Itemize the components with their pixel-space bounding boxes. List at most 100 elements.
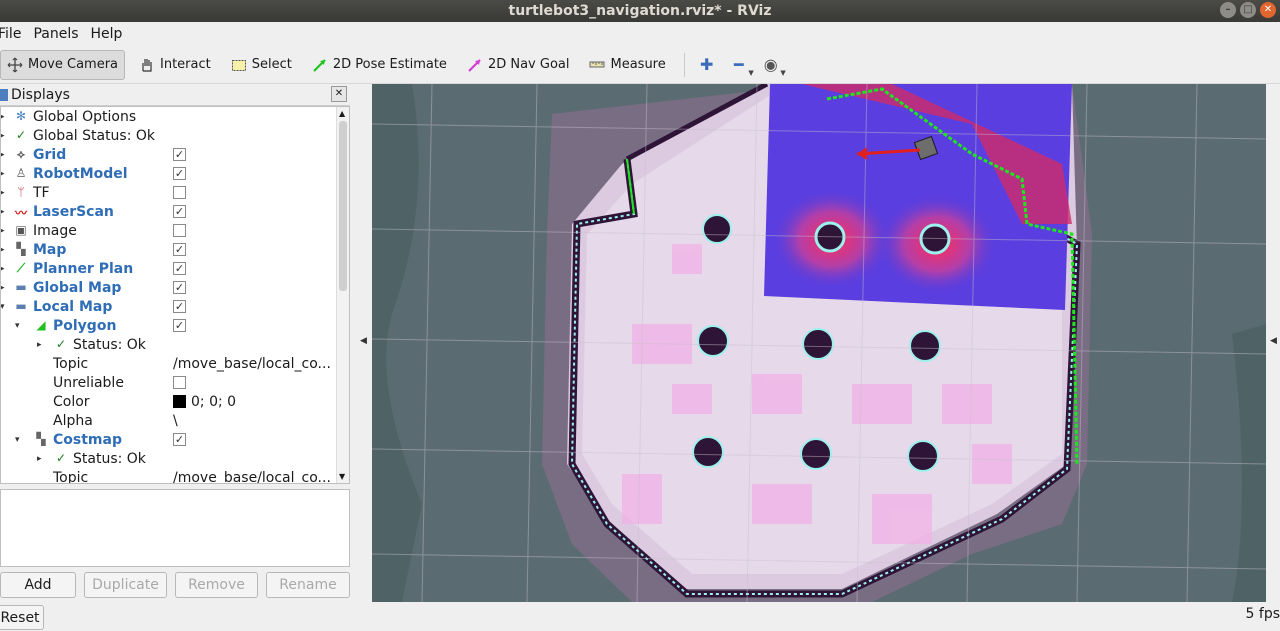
tree-row-map[interactable]: ▸ ▚ Map ✓ <box>1 240 337 259</box>
tree-row-laserscan[interactable]: ▸ 〰 LaserScan ✓ <box>1 202 337 221</box>
magenta-arrow-icon <box>467 57 483 73</box>
hand-icon <box>139 57 155 73</box>
menu-file[interactable]: File <box>0 26 27 42</box>
local-map-checkbox[interactable]: ✓ <box>173 300 186 313</box>
gear-icon: ✻ <box>15 108 27 123</box>
menu-help[interactable]: Help <box>91 26 129 42</box>
tree-label: Local Map <box>33 298 113 315</box>
tree-row-tf[interactable]: ▸ ᛘ TF <box>1 183 337 202</box>
interact-tool[interactable]: Interact <box>133 50 217 80</box>
minimize-button[interactable]: – <box>1220 2 1236 18</box>
pose-estimate-tool[interactable]: 2D Pose Estimate <box>306 50 453 80</box>
tree-row-local-map[interactable]: ▾ ▬ Local Map ✓ <box>1 297 337 316</box>
image-checkbox[interactable] <box>173 224 186 237</box>
laserscan-checkbox[interactable]: ✓ <box>173 205 186 218</box>
polygon-checkbox[interactable]: ✓ <box>173 319 186 332</box>
select-tool[interactable]: Select <box>225 50 298 80</box>
nav-goal-tool[interactable]: 2D Nav Goal <box>461 50 576 80</box>
global-map-checkbox[interactable]: ✓ <box>173 281 186 294</box>
tree-label: Global Options <box>33 108 137 125</box>
menu-panels[interactable]: Panels <box>33 26 84 42</box>
reset-button[interactable]: Reset <box>0 605 44 630</box>
select-box-icon <box>231 57 247 73</box>
interact-label: Interact <box>160 57 211 72</box>
tree-row-costmap-topic[interactable]: Topic /move_base/local_co... <box>1 468 337 484</box>
window-title: turtlebot3_navigation.rviz* - RViz <box>508 3 772 19</box>
collapse-right-icon[interactable]: ◀ <box>1270 336 1277 346</box>
tree-row-image[interactable]: ▸ ▣ Image <box>1 221 337 240</box>
tree-row-costmap-status[interactable]: ▸ ✓ Status: Ok <box>1 449 337 468</box>
planner-plan-checkbox[interactable]: ✓ <box>173 262 186 275</box>
close-panel-icon[interactable]: ✕ <box>331 86 347 102</box>
move-camera-tool[interactable]: Move Camera <box>0 49 126 80</box>
toolbar-separator <box>683 52 685 77</box>
render-viewport[interactable] <box>372 84 1266 602</box>
tree-label: RobotModel <box>33 165 128 182</box>
tree-row-planner-plan[interactable]: ▸ ⟋ Planner Plan ✓ <box>1 259 337 278</box>
tree-row-polygon-color[interactable]: Color 0; 0; 0 <box>1 392 337 411</box>
tree-row-polygon-topic[interactable]: Topic /move_base/local_co... <box>1 354 337 373</box>
grid-icon: ⟡ <box>17 146 25 161</box>
tf-icon: ᛘ <box>17 184 25 199</box>
measure-tool[interactable]: Measure <box>583 50 671 80</box>
scroll-down-icon[interactable]: ▼ <box>339 472 345 481</box>
tree-row-polygon-status[interactable]: ▸ ✓ Status: Ok <box>1 335 337 354</box>
robotmodel-checkbox[interactable]: ✓ <box>173 167 186 180</box>
tree-row-polygon-alpha[interactable]: Alpha \ <box>1 411 337 430</box>
tree-label: LaserScan <box>33 203 114 220</box>
polygon-topic-value[interactable]: /move_base/local_co... <box>173 356 331 372</box>
tree-scrollbar[interactable]: ▲ ▼ <box>336 107 349 483</box>
maximize-button[interactable]: □ <box>1240 2 1256 18</box>
check-icon: ✓ <box>55 336 67 351</box>
monitor-icon <box>0 88 8 101</box>
tree-row-global-map[interactable]: ▸ ▬ Global Map ✓ <box>1 278 337 297</box>
rename-button[interactable]: Rename <box>266 572 350 598</box>
tree-row-global-options[interactable]: ▸ ✻ Global Options <box>1 107 337 126</box>
close-window-button[interactable]: ✕ <box>1260 2 1276 18</box>
polygon-alpha-value[interactable]: \ <box>173 413 178 429</box>
tree-row-polygon[interactable]: ▾ ◢ Polygon ✓ <box>1 316 337 335</box>
costmap-topic-value[interactable]: /move_base/local_co... <box>173 470 331 484</box>
polygon-color-value[interactable]: 0; 0; 0 <box>173 394 236 410</box>
status-bar: Reset 5 fps <box>0 604 1280 631</box>
tree-label: Polygon <box>53 317 117 334</box>
path-icon: ⟋ <box>16 260 26 275</box>
right-splitter[interactable]: ◀ <box>1266 84 1280 604</box>
map-render <box>372 84 1266 602</box>
map-checkbox[interactable]: ✓ <box>173 243 186 256</box>
tree-row-global-status[interactable]: ▸ ✓ Global Status: Ok <box>1 126 337 145</box>
scroll-up-icon[interactable]: ▲ <box>339 109 345 118</box>
costmap-checkbox[interactable]: ✓ <box>173 433 186 446</box>
tree-label: Image <box>33 222 77 239</box>
duplicate-button[interactable]: Duplicate <box>84 572 167 598</box>
fps-readout: 5 fps <box>1245 606 1280 622</box>
tree-row-costmap[interactable]: ▾ ▚ Costmap ✓ <box>1 430 337 449</box>
remove-button[interactable]: Remove <box>175 572 258 598</box>
color-swatch <box>173 394 186 408</box>
tree-label: Planner Plan <box>33 260 134 277</box>
left-splitter[interactable]: ◀ <box>357 84 371 604</box>
green-arrow-icon <box>312 57 328 73</box>
scroll-thumb[interactable] <box>339 121 347 291</box>
ruler-icon <box>589 57 605 73</box>
view-options-button[interactable]: ◉ ▼ <box>759 53 786 77</box>
tool-bar: Move Camera Interact Select 2D Pose Esti… <box>0 46 1280 84</box>
tree-row-robotmodel[interactable]: ▸ ♙ RobotModel ✓ <box>1 164 337 183</box>
tree-label: Global Map <box>33 279 122 296</box>
collapse-left-icon[interactable]: ◀ <box>360 336 367 346</box>
tree-label: Alpha <box>53 412 93 429</box>
tree-label: Unreliable <box>53 374 124 391</box>
tf-checkbox[interactable] <box>173 186 186 199</box>
unreliable-checkbox[interactable] <box>173 376 186 389</box>
folder-icon: ▬ <box>15 298 27 313</box>
tree-row-polygon-unreliable[interactable]: Unreliable <box>1 373 337 392</box>
add-tool-button[interactable]: ✚ <box>695 53 719 77</box>
grid-checkbox[interactable]: ✓ <box>173 148 186 161</box>
tree-label: Topic <box>53 355 89 372</box>
tree-row-grid[interactable]: ▸ ⟡ Grid ✓ <box>1 145 337 164</box>
map-icon: ▚ <box>36 431 46 446</box>
remove-tool-button[interactable]: ━ ▼ <box>727 53 754 77</box>
description-box <box>0 489 350 567</box>
displays-title: Displays <box>11 86 70 103</box>
add-button[interactable]: Add <box>0 572 76 598</box>
